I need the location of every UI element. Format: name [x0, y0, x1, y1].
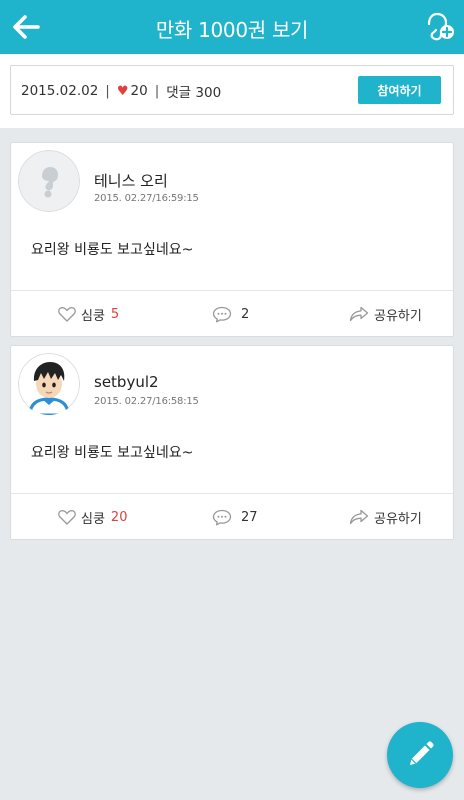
- join-button[interactable]: 참여하기: [358, 76, 441, 104]
- date-text: 2015.02.02: [21, 83, 99, 99]
- pencil-icon: [410, 741, 434, 765]
- comment-count-label: 댓글 300: [166, 85, 222, 101]
- comment-count: 2: [241, 306, 250, 322]
- separator: |: [154, 83, 160, 99]
- heart-icon: ♥: [116, 83, 129, 99]
- post-card: setbyul2 2015. 02.27/16:58:15 요리왕 비룡도 보고…: [10, 345, 454, 540]
- share-button[interactable]: 공유하기: [349, 494, 422, 540]
- post-actions: 심쿵 20 27 공유하기: [11, 493, 453, 539]
- comment-button[interactable]: 27: [212, 494, 258, 540]
- post-time: 2015. 02.27/16:59:15: [94, 193, 199, 204]
- info-meta: 2015.02.02 | ♥ 20 | 댓글 300: [21, 81, 221, 101]
- comment-count: 27: [241, 509, 258, 525]
- like-button[interactable]: 심쿵 20: [58, 494, 127, 540]
- share-arrow-icon: [349, 306, 369, 322]
- boy-avatar-icon: [18, 353, 80, 415]
- like-button[interactable]: 심쿵 5: [58, 291, 119, 337]
- share-arrow-icon: [349, 509, 369, 525]
- page-title: 만화 1000권 보기: [155, 18, 309, 42]
- post-content: 요리왕 비룡도 보고싶네요~: [31, 445, 194, 461]
- avatar[interactable]: [18, 150, 80, 212]
- info-bar: 2015.02.02 | ♥ 20 | 댓글 300 참여하기: [0, 54, 464, 128]
- heart-outline-icon: [58, 307, 76, 322]
- speech-bubble-icon: [212, 509, 232, 525]
- speech-bubble-icon: [212, 306, 232, 322]
- like-label: 심쿵: [81, 511, 105, 527]
- author-name: setbyul2: [94, 373, 159, 391]
- like-count: 20: [130, 83, 148, 99]
- avatar[interactable]: [18, 353, 80, 415]
- write-post-button[interactable]: [387, 722, 453, 788]
- like-count: 5: [110, 306, 120, 322]
- share-label: 공유하기: [374, 308, 422, 324]
- like-label: 심쿵: [81, 308, 105, 324]
- heart-outline-icon: [58, 510, 76, 525]
- share-button[interactable]: 공유하기: [349, 291, 422, 337]
- add-friend-icon: [427, 12, 454, 41]
- share-label: 공유하기: [374, 511, 422, 527]
- post-actions: 심쿵 5 2 공유하기: [11, 290, 453, 336]
- comment-button[interactable]: 2: [212, 291, 249, 337]
- post-time: 2015. 02.27/16:58:15: [94, 396, 199, 407]
- add-friend-button[interactable]: [422, 11, 456, 43]
- like-count: 20: [110, 509, 128, 525]
- author-name: 테니스 오리: [94, 172, 168, 190]
- default-avatar-icon: [18, 150, 80, 212]
- info-box: 2015.02.02 | ♥ 20 | 댓글 300 참여하기: [10, 65, 454, 115]
- separator: |: [105, 83, 110, 99]
- app-bar: 만화 1000권 보기: [0, 0, 464, 54]
- post-card: 테니스 오리 2015. 02.27/16:59:15 요리왕 비룡도 보고싶네…: [10, 142, 454, 337]
- post-content: 요리왕 비룡도 보고싶네요~: [31, 242, 194, 258]
